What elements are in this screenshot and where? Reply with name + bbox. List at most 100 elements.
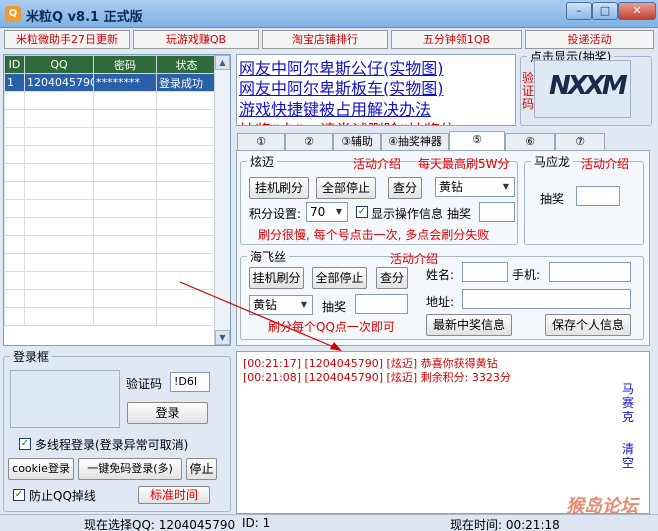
chevron-down-icon: ▼ xyxy=(335,207,343,216)
cell-status: 登录成功 xyxy=(156,73,217,92)
address-input[interactable] xyxy=(462,289,631,309)
phone-input[interactable] xyxy=(549,262,631,282)
news-panel: 网友中阿尔卑斯公仔(实物图) 网友中阿尔卑斯板车(实物图) 游戏快捷键被占用解决… xyxy=(236,54,516,126)
anti-drop-checkbox[interactable]: ✓ xyxy=(13,489,25,501)
name-label: 姓名: xyxy=(426,268,455,282)
game-qb-link-button[interactable]: 玩游戏赚QB xyxy=(133,30,259,49)
chevron-down-icon: ▼ xyxy=(502,182,510,191)
app-icon: Q xyxy=(5,6,21,22)
haifeisi-draw-label: 抽奖 xyxy=(322,300,347,314)
status-current-qq: 现在选择QQ: 1204045790 xyxy=(84,518,236,531)
phone-label: 手机: xyxy=(512,268,541,282)
xuanmai-item-value: 黄钻 xyxy=(439,180,464,194)
xuanmai-draw-label: 抽奖 xyxy=(447,207,472,221)
login-captcha-image xyxy=(10,370,120,428)
haifeisi-item-value: 黄钻 xyxy=(253,298,278,312)
xuanmai-stop-all-button[interactable]: 全部停止 xyxy=(316,177,376,199)
captcha-label: 验证码 xyxy=(126,377,163,391)
show-info-label: 显示操作信息 xyxy=(371,207,444,221)
column-header-status[interactable]: 状态 xyxy=(156,55,217,74)
haifeisi-draw-input[interactable] xyxy=(355,294,408,314)
cell-id: 1 xyxy=(4,73,25,92)
column-header-password[interactable]: 密码 xyxy=(93,55,157,74)
captcha-image-text: NXXM xyxy=(549,71,628,101)
tab-3-assist[interactable]: ③辅助 xyxy=(333,133,381,151)
name-input[interactable] xyxy=(462,262,508,282)
minimize-button[interactable]: – xyxy=(566,2,592,20)
status-bar: 现在选择QQ: 1204045790 ID: 1 现在时间: 00:21:18 xyxy=(0,514,658,531)
show-info-checkbox[interactable]: ✓ xyxy=(356,206,368,218)
submit-activity-link-button[interactable]: 投递活动 xyxy=(525,30,654,49)
window-title: 米粒Q v8.1 正式版 xyxy=(26,10,143,25)
haifeisi-query-button[interactable]: 查分 xyxy=(376,267,408,289)
cookie-login-button[interactable]: cookie登录 xyxy=(8,458,74,480)
haifeisi-item-select[interactable]: 黄钻 ▼ xyxy=(249,295,313,315)
tab-4-lottery[interactable]: ④抽奖神器 xyxy=(381,133,449,151)
column-header-id[interactable]: ID xyxy=(4,55,25,74)
captcha-side-label: 验证码 xyxy=(522,71,535,111)
haifeisi-activity-link[interactable]: 活动介绍 xyxy=(390,250,438,267)
xuanmai-activity-link[interactable]: 活动介绍 xyxy=(353,155,401,172)
scroll-up-icon[interactable]: ▲ xyxy=(215,55,230,70)
status-current-id: ID: 1 xyxy=(242,516,271,530)
latest-winners-button[interactable]: 最新中奖信息 xyxy=(426,314,512,336)
account-table[interactable]: ID QQ 密码 状态 1 1204045790 ******** 登录成功 ▲… xyxy=(3,54,231,346)
maximize-button[interactable]: □ xyxy=(592,2,618,20)
login-group-legend: 登录框 xyxy=(13,350,50,364)
multithread-checkbox[interactable]: ✓ xyxy=(19,438,31,450)
table-scrollbar[interactable]: ▲ ▼ xyxy=(214,55,230,345)
news-link[interactable]: 抽奖“卡”，请尝试删除“抽奖信 xyxy=(239,117,456,125)
taobao-rank-link-button[interactable]: 淘宝店铺排行 xyxy=(262,30,388,49)
mayinglong-activity-link[interactable]: 活动介绍 xyxy=(581,155,629,172)
tab-1[interactable]: ① xyxy=(237,133,285,151)
haifeisi-hang-button[interactable]: 挂机刷分 xyxy=(249,267,304,289)
five-min-qb-link-button[interactable]: 五分钟领1QB xyxy=(391,30,522,49)
title-bar: Q 米粒Q v8.1 正式版 – □ ✕ xyxy=(0,0,658,28)
xuanmai-draw-input[interactable] xyxy=(479,202,515,222)
clear-log-link[interactable]: 清空 xyxy=(621,442,635,470)
table-header-row: ID QQ 密码 状态 xyxy=(4,55,217,74)
close-button[interactable]: ✕ xyxy=(618,2,656,20)
haifeisi-note: 刷分每个QQ点一次即可 xyxy=(268,320,395,334)
mayinglong-legend: 马应龙 xyxy=(534,155,571,169)
standard-time-button[interactable]: 标准时间 xyxy=(138,486,210,504)
multithread-label: 多线程登录(登录异常可取消) xyxy=(35,438,189,452)
xuanmai-item-select[interactable]: 黄钻 ▼ xyxy=(435,177,515,197)
mayinglong-draw-input[interactable] xyxy=(576,186,620,206)
captcha-display-image[interactable]: NXXM xyxy=(534,60,631,118)
captcha-input[interactable]: !D6I xyxy=(170,372,210,392)
mayinglong-draw-label: 抽奖 xyxy=(540,192,565,206)
login-button[interactable]: 登录 xyxy=(127,402,208,424)
xuanmai-points-value: 70 xyxy=(310,205,326,219)
xuanmai-legend: 炫迈 xyxy=(250,155,275,169)
xuanmai-points-label: 积分设置: xyxy=(249,207,302,221)
tab-7[interactable]: ⑦ xyxy=(555,133,605,151)
tab-6[interactable]: ⑥ xyxy=(505,133,555,151)
xuanmai-promo-text: 每天最高刷5W分 xyxy=(418,157,510,171)
chevron-down-icon: ▼ xyxy=(300,300,308,309)
table-row[interactable]: 1 1204045790 ******** 登录成功 xyxy=(4,73,217,92)
address-label: 地址: xyxy=(426,295,455,309)
cell-qq: 1204045790 xyxy=(24,73,94,92)
stop-login-button[interactable]: 停止 xyxy=(186,458,217,480)
update-link-button[interactable]: 米粒微助手27日更新 xyxy=(4,30,130,49)
oneclick-login-button[interactable]: 一键免码登录(多) xyxy=(78,458,182,480)
xuanmai-points-select[interactable]: 70 ▼ xyxy=(306,202,348,222)
column-header-qq[interactable]: QQ xyxy=(24,55,94,74)
tab-2[interactable]: ② xyxy=(285,133,333,151)
mosaic-link[interactable]: 马赛克 xyxy=(621,382,635,424)
anti-drop-label: 防止QQ掉线 xyxy=(29,489,96,503)
xuanmai-query-button[interactable]: 查分 xyxy=(388,177,422,199)
status-now-time: 现在时间: 00:21:18 xyxy=(450,518,560,531)
log-panel[interactable]: [00:21:17] [1204045790] [炫迈] 恭喜你获得黄钻 [00… xyxy=(236,351,650,514)
tab-5[interactable]: ⑤ xyxy=(449,131,505,151)
haifeisi-stop-all-button[interactable]: 全部停止 xyxy=(312,267,367,289)
cell-password: ******** xyxy=(93,73,157,92)
top-link-bar: 米粒微助手27日更新 玩游戏赚QB 淘宝店铺排行 五分钟领1QB 投递活动 xyxy=(2,30,656,50)
xuanmai-hang-button[interactable]: 挂机刷分 xyxy=(249,177,309,199)
save-profile-button[interactable]: 保存个人信息 xyxy=(545,314,631,336)
scroll-down-icon[interactable]: ▼ xyxy=(215,330,230,345)
xuanmai-note: 刷分很慢, 每个号点击一次, 多点会刷分失败 xyxy=(258,228,490,242)
log-entry: [00:21:08] [1204045790] [炫迈] 剩余积分: 3323分 xyxy=(243,371,511,384)
haifeisi-legend: 海飞丝 xyxy=(250,250,287,264)
